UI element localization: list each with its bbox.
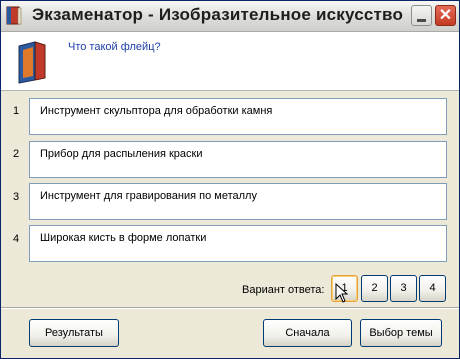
answer-number: 2 <box>13 148 20 160</box>
variant-button-2[interactable]: 2 <box>361 275 388 302</box>
choose-topic-button[interactable]: Выбор темы <box>360 319 442 347</box>
mouse-cursor-icon <box>335 283 349 303</box>
title-bar[interactable]: Экзаменатор - Изобразительное искусство … <box>1 1 459 32</box>
answer-option-2[interactable]: Прибор для распыления краски <box>29 141 447 178</box>
answer-number: 4 <box>13 233 20 245</box>
variant-button-3[interactable]: 3 <box>390 275 417 302</box>
app-window: Экзаменатор - Изобразительное искусство … <box>0 0 460 359</box>
close-button[interactable]: ✕ <box>435 5 456 26</box>
question-header: Что такой флейц? <box>1 32 459 91</box>
window-title: Экзаменатор - Изобразительное искусство <box>32 5 404 24</box>
book-icon <box>18 41 46 84</box>
answer-option-4[interactable]: Широкая кисть в форме лопатки <box>29 225 447 262</box>
answer-number: 3 <box>13 191 20 203</box>
footer-divider <box>1 307 459 309</box>
question-text: Что такой флейц? <box>68 41 161 53</box>
answer-number: 1 <box>13 105 20 117</box>
answer-option-3[interactable]: Инструмент для гравирования по металлу <box>29 183 447 220</box>
variant-button-4[interactable]: 4 <box>419 275 446 302</box>
answer-option-1[interactable]: Инструмент скульптора для обработки камн… <box>29 98 447 135</box>
variant-label: Вариант ответа: <box>242 284 325 296</box>
book-icon <box>6 6 22 25</box>
restart-button[interactable]: Сначала <box>263 319 352 347</box>
results-button[interactable]: Результаты <box>29 319 119 347</box>
minimize-button[interactable] <box>411 5 432 26</box>
